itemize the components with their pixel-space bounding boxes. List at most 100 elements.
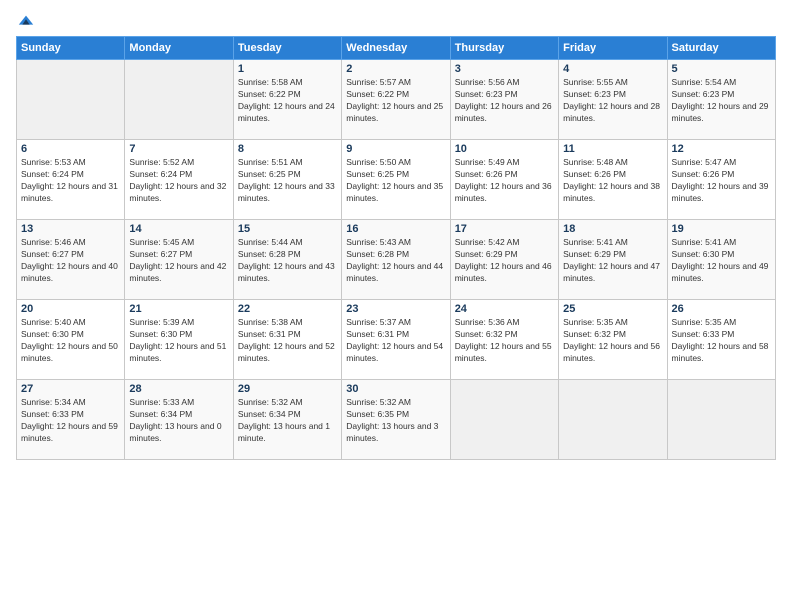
header — [16, 12, 776, 30]
day-header-tuesday: Tuesday — [233, 37, 341, 60]
day-number: 17 — [455, 223, 554, 235]
day-info: Sunrise: 5:37 AM Sunset: 6:31 PM Dayligh… — [346, 317, 445, 365]
calendar-cell: 24 Sunrise: 5:36 AM Sunset: 6:32 PM Dayli… — [450, 300, 558, 380]
day-number: 8 — [238, 143, 337, 155]
calendar-cell: 18Sunrise: 5:41 AM Sunset: 6:29 PM Dayli… — [559, 220, 667, 300]
day-header-friday: Friday — [559, 37, 667, 60]
day-number: 26 — [672, 303, 771, 315]
day-info: Sunrise: 5:35 AM Sunset: 6:33 PM Dayligh… — [672, 317, 771, 365]
day-number: 5 — [672, 63, 771, 75]
logo — [16, 12, 37, 30]
day-number: 1 — [238, 63, 337, 75]
day-info: Sunrise: 5:58 AM Sunset: 6:22 PM Dayligh… — [238, 77, 337, 125]
day-number: 4 — [563, 63, 662, 75]
calendar-cell: 16Sunrise: 5:43 AM Sunset: 6:28 PM Dayli… — [342, 220, 450, 300]
calendar-cell — [17, 60, 125, 140]
day-info: Sunrise: 5:50 AM Sunset: 6:25 PM Dayligh… — [346, 157, 445, 205]
day-number: 24 — [455, 303, 554, 315]
calendar-cell — [667, 380, 775, 460]
calendar-week-row: 6 Sunrise: 5:53 AM Sunset: 6:24 PM Daylig… — [17, 140, 776, 220]
calendar-cell: 21 Sunrise: 5:39 AM Sunset: 6:30 PM Dayli… — [125, 300, 233, 380]
calendar-page: SundayMondayTuesdayWednesdayThursdayFrid… — [0, 0, 792, 470]
calendar-cell: 3 Sunrise: 5:56 AM Sunset: 6:23 PM Daylig… — [450, 60, 558, 140]
day-info: Sunrise: 5:49 AM Sunset: 6:26 PM Dayligh… — [455, 157, 554, 205]
day-info: Sunrise: 5:32 AM Sunset: 6:35 PM Dayligh… — [346, 397, 445, 445]
calendar-cell: 27 Sunrise: 5:34 AM Sunset: 6:33 PM Dayli… — [17, 380, 125, 460]
calendar-cell: 25 Sunrise: 5:35 AM Sunset: 6:32 PM Dayli… — [559, 300, 667, 380]
calendar-cell: 26 Sunrise: 5:35 AM Sunset: 6:33 PM Dayli… — [667, 300, 775, 380]
day-number: 29 — [238, 383, 337, 395]
day-info: Sunrise: 5:41 AM Sunset: 6:30 PM Dayligh… — [672, 237, 771, 285]
calendar-cell: 6 Sunrise: 5:53 AM Sunset: 6:24 PM Daylig… — [17, 140, 125, 220]
calendar-cell: 14 Sunrise: 5:45 AM Sunset: 6:27 PM Dayli… — [125, 220, 233, 300]
calendar-cell: 29Sunrise: 5:32 AM Sunset: 6:34 PM Dayli… — [233, 380, 341, 460]
calendar-cell: 10 Sunrise: 5:49 AM Sunset: 6:26 PM Dayli… — [450, 140, 558, 220]
calendar-cell: 7Sunrise: 5:52 AM Sunset: 6:24 PM Daylig… — [125, 140, 233, 220]
day-number: 3 — [455, 63, 554, 75]
day-info: Sunrise: 5:40 AM Sunset: 6:30 PM Dayligh… — [21, 317, 120, 365]
calendar-cell: 30 Sunrise: 5:32 AM Sunset: 6:35 PM Dayli… — [342, 380, 450, 460]
day-info: Sunrise: 5:41 AM Sunset: 6:29 PM Dayligh… — [563, 237, 662, 285]
day-number: 19 — [672, 223, 771, 235]
calendar-cell: 9 Sunrise: 5:50 AM Sunset: 6:25 PM Daylig… — [342, 140, 450, 220]
calendar-table: SundayMondayTuesdayWednesdayThursdayFrid… — [16, 36, 776, 460]
logo-icon — [17, 12, 35, 30]
calendar-cell: 8Sunrise: 5:51 AM Sunset: 6:25 PM Daylig… — [233, 140, 341, 220]
calendar-cell: 23 Sunrise: 5:37 AM Sunset: 6:31 PM Dayli… — [342, 300, 450, 380]
day-info: Sunrise: 5:45 AM Sunset: 6:27 PM Dayligh… — [129, 237, 228, 285]
day-info: Sunrise: 5:54 AM Sunset: 6:23 PM Dayligh… — [672, 77, 771, 125]
calendar-week-row: 20 Sunrise: 5:40 AM Sunset: 6:30 PM Dayli… — [17, 300, 776, 380]
day-number: 7 — [129, 143, 228, 155]
calendar-cell: 20 Sunrise: 5:40 AM Sunset: 6:30 PM Dayli… — [17, 300, 125, 380]
calendar-cell — [559, 380, 667, 460]
day-number: 10 — [455, 143, 554, 155]
calendar-week-row: 27 Sunrise: 5:34 AM Sunset: 6:33 PM Dayli… — [17, 380, 776, 460]
day-number: 22 — [238, 303, 337, 315]
day-info: Sunrise: 5:57 AM Sunset: 6:22 PM Dayligh… — [346, 77, 445, 125]
calendar-cell: 13 Sunrise: 5:46 AM Sunset: 6:27 PM Dayli… — [17, 220, 125, 300]
calendar-cell: 5 Sunrise: 5:54 AM Sunset: 6:23 PM Daylig… — [667, 60, 775, 140]
day-info: Sunrise: 5:48 AM Sunset: 6:26 PM Dayligh… — [563, 157, 662, 205]
day-info: Sunrise: 5:33 AM Sunset: 6:34 PM Dayligh… — [129, 397, 228, 445]
day-info: Sunrise: 5:36 AM Sunset: 6:32 PM Dayligh… — [455, 317, 554, 365]
calendar-cell — [450, 380, 558, 460]
day-number: 15 — [238, 223, 337, 235]
calendar-week-row: 13 Sunrise: 5:46 AM Sunset: 6:27 PM Dayli… — [17, 220, 776, 300]
calendar-cell — [125, 60, 233, 140]
calendar-cell: 12 Sunrise: 5:47 AM Sunset: 6:26 PM Dayli… — [667, 140, 775, 220]
day-number: 12 — [672, 143, 771, 155]
calendar-cell: 22 Sunrise: 5:38 AM Sunset: 6:31 PM Dayli… — [233, 300, 341, 380]
calendar-cell: 19 Sunrise: 5:41 AM Sunset: 6:30 PM Dayli… — [667, 220, 775, 300]
day-header-thursday: Thursday — [450, 37, 558, 60]
calendar-week-row: 1 Sunrise: 5:58 AM Sunset: 6:22 PM Daylig… — [17, 60, 776, 140]
day-number: 30 — [346, 383, 445, 395]
day-info: Sunrise: 5:39 AM Sunset: 6:30 PM Dayligh… — [129, 317, 228, 365]
day-number: 9 — [346, 143, 445, 155]
calendar-header-row: SundayMondayTuesdayWednesdayThursdayFrid… — [17, 37, 776, 60]
day-info: Sunrise: 5:38 AM Sunset: 6:31 PM Dayligh… — [238, 317, 337, 365]
day-number: 28 — [129, 383, 228, 395]
day-number: 16 — [346, 223, 445, 235]
day-header-sunday: Sunday — [17, 37, 125, 60]
day-info: Sunrise: 5:34 AM Sunset: 6:33 PM Dayligh… — [21, 397, 120, 445]
day-number: 6 — [21, 143, 120, 155]
calendar-cell: 17Sunrise: 5:42 AM Sunset: 6:29 PM Dayli… — [450, 220, 558, 300]
day-number: 13 — [21, 223, 120, 235]
day-number: 23 — [346, 303, 445, 315]
day-info: Sunrise: 5:44 AM Sunset: 6:28 PM Dayligh… — [238, 237, 337, 285]
day-info: Sunrise: 5:47 AM Sunset: 6:26 PM Dayligh… — [672, 157, 771, 205]
day-header-wednesday: Wednesday — [342, 37, 450, 60]
calendar-cell: 11 Sunrise: 5:48 AM Sunset: 6:26 PM Dayli… — [559, 140, 667, 220]
day-info: Sunrise: 5:46 AM Sunset: 6:27 PM Dayligh… — [21, 237, 120, 285]
day-number: 25 — [563, 303, 662, 315]
calendar-cell: 4Sunrise: 5:55 AM Sunset: 6:23 PM Daylig… — [559, 60, 667, 140]
day-info: Sunrise: 5:35 AM Sunset: 6:32 PM Dayligh… — [563, 317, 662, 365]
day-number: 27 — [21, 383, 120, 395]
day-number: 14 — [129, 223, 228, 235]
day-number: 21 — [129, 303, 228, 315]
day-info: Sunrise: 5:56 AM Sunset: 6:23 PM Dayligh… — [455, 77, 554, 125]
day-info: Sunrise: 5:53 AM Sunset: 6:24 PM Dayligh… — [21, 157, 120, 205]
day-number: 20 — [21, 303, 120, 315]
day-number: 11 — [563, 143, 662, 155]
day-header-saturday: Saturday — [667, 37, 775, 60]
